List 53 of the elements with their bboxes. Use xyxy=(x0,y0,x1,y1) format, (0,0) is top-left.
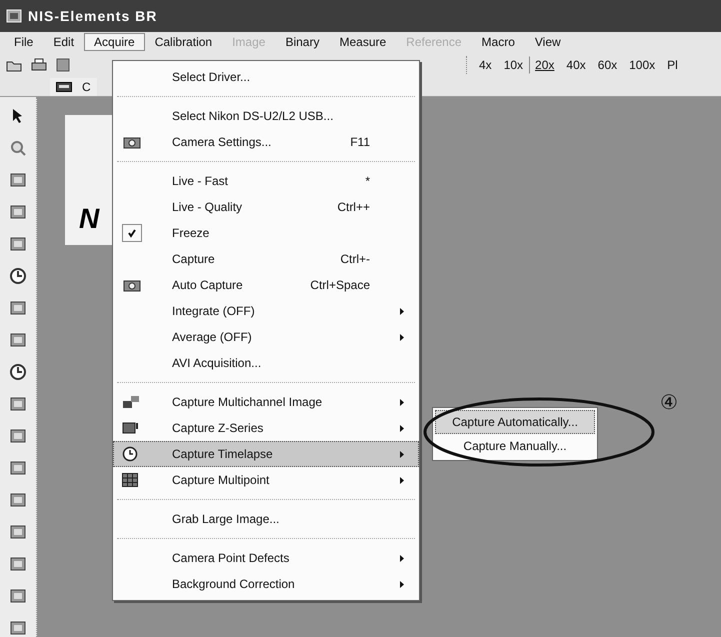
menu-bar-item[interactable]: Edit xyxy=(43,33,84,52)
menu-bar-item[interactable]: Measure xyxy=(329,33,396,52)
shortcut-text: F11 xyxy=(350,135,370,149)
menu-item[interactable]: Camera Point Defects xyxy=(113,545,419,571)
menu-item[interactable]: Average (OFF) xyxy=(113,324,419,350)
save-icon[interactable] xyxy=(56,58,70,72)
annotation-label: ④ xyxy=(660,390,678,414)
shortcut-text: * xyxy=(365,174,370,188)
menu-item[interactable]: Live - Fast * xyxy=(113,168,419,194)
menu-bar-item[interactable]: Binary xyxy=(275,33,330,52)
menu-item[interactable]: Select Nikon DS-U2/L2 USB... xyxy=(113,103,419,129)
menu-item[interactable]: Background Correction xyxy=(113,571,419,597)
objective-button[interactable]: 10x xyxy=(498,56,530,74)
tab-label: C xyxy=(82,80,91,94)
shortcut-text: Ctrl+- xyxy=(340,252,370,266)
menu-bar-item[interactable]: File xyxy=(4,33,44,52)
magnifier-icon[interactable] xyxy=(9,139,27,157)
shortcut-text: Ctrl+Space xyxy=(310,278,370,292)
menu-item[interactable]: Camera Settings... F11 xyxy=(113,129,419,155)
menu-item[interactable]: Freeze xyxy=(113,220,419,246)
menu-bar-item[interactable]: Calibration xyxy=(144,33,222,52)
menu-item[interactable]: Capture Manually... xyxy=(435,434,595,458)
menu-bar-item[interactable]: View xyxy=(524,33,571,52)
menu-item[interactable]: Capture Z-Series xyxy=(113,415,419,441)
menu-bar-item[interactable]: Macro xyxy=(472,33,525,52)
menu-item[interactable]: Capture Multipoint xyxy=(113,467,419,493)
menu-item[interactable]: Live - Quality Ctrl++ xyxy=(113,194,419,220)
objective-button[interactable]: 60x xyxy=(592,56,624,74)
logo-letter: N xyxy=(79,203,100,235)
window-title: NIS-Elements BR xyxy=(28,8,158,24)
shortcut-text: Ctrl++ xyxy=(337,200,370,214)
menu-item[interactable]: Capture Automatically... xyxy=(435,410,595,434)
print-icon[interactable] xyxy=(30,58,48,72)
menu-bar-item[interactable]: Acquire xyxy=(84,33,145,52)
clock-icon[interactable] xyxy=(9,267,27,285)
app-icon xyxy=(6,9,22,23)
objective-button[interactable]: 4x xyxy=(473,56,498,74)
clock-icon[interactable] xyxy=(9,363,27,381)
image-icon xyxy=(56,82,72,92)
menu-item[interactable]: AVI Acquisition... xyxy=(113,350,419,376)
menu-item[interactable]: Capture Multichannel Image xyxy=(113,389,419,415)
menu-item[interactable]: Capture Timelapse xyxy=(113,441,419,467)
menu-item[interactable]: Auto Capture Ctrl+Space xyxy=(113,272,419,298)
menu-item[interactable]: Integrate (OFF) xyxy=(113,298,419,324)
document-tab[interactable]: C xyxy=(50,78,97,96)
objective-button[interactable]: 40x xyxy=(560,56,592,74)
menu-item[interactable]: Grab Large Image... xyxy=(113,506,419,532)
menu-item[interactable]: Select Driver... xyxy=(113,64,419,90)
menu-item[interactable]: Capture Ctrl+- xyxy=(113,246,419,272)
objective-button[interactable]: Pl xyxy=(661,56,684,74)
objective-button[interactable]: 20x xyxy=(529,56,560,74)
clock-icon xyxy=(122,446,138,462)
objective-button[interactable]: 100x xyxy=(623,56,662,74)
